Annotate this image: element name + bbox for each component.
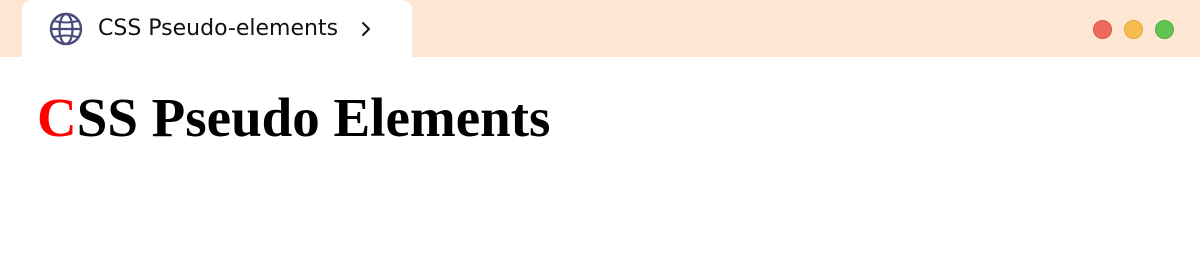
maximize-window-button[interactable]	[1155, 20, 1174, 39]
globe-icon	[48, 11, 84, 47]
chevron-right-icon[interactable]	[358, 21, 374, 37]
title-bar: CSS Pseudo-elements	[0, 0, 1200, 57]
browser-window: CSS Pseudo-elements CSS Pseudo Elements	[0, 0, 1200, 268]
page-content: CSS Pseudo Elements	[0, 57, 1200, 268]
page-heading: CSS Pseudo Elements	[37, 90, 550, 145]
window-controls	[1093, 20, 1174, 39]
heading-first-letter: C	[37, 87, 77, 148]
close-window-button[interactable]	[1093, 20, 1112, 39]
heading-rest: SS Pseudo Elements	[76, 87, 551, 148]
minimize-window-button[interactable]	[1124, 20, 1143, 39]
browser-tab[interactable]: CSS Pseudo-elements	[22, 0, 412, 57]
tab-title: CSS Pseudo-elements	[98, 16, 339, 41]
